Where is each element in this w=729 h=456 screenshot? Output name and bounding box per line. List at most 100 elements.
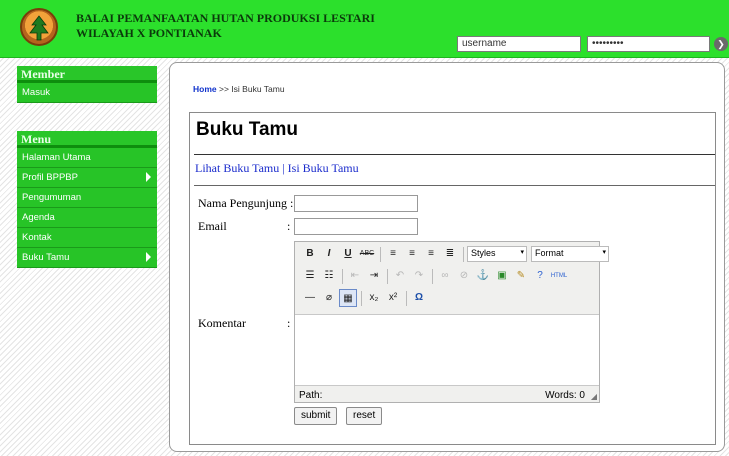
sidebar-item-pengumuman[interactable]: Pengumuman	[17, 188, 157, 208]
anchor-icon[interactable]: ⚓	[474, 267, 492, 285]
align-left-icon[interactable]: ≡	[384, 245, 402, 263]
numbered-list-icon[interactable]: ☷	[320, 267, 338, 285]
guestbook-panel: Buku Tamu Lihat Buku Tamu | Isi Buku Tam…	[189, 112, 716, 445]
menu-heading: Menu	[17, 131, 157, 148]
chevron-down-icon: ▾	[520, 249, 524, 256]
sidebar: Member Masuk Menu Halaman Utama Profil B…	[17, 66, 157, 268]
align-justify-icon[interactable]: ≣	[441, 245, 459, 263]
format-select[interactable]: Format ▾	[531, 246, 609, 262]
sidebar-item-label: Halaman Utama	[22, 152, 91, 163]
remove-format-icon[interactable]: ⌀	[320, 289, 338, 307]
styles-select[interactable]: Styles ▾	[467, 246, 527, 262]
submenu-arrow-icon	[146, 252, 151, 262]
page-title: Buku Tamu	[196, 119, 299, 140]
toolbar-separator	[361, 290, 362, 306]
toolbar-separator	[342, 268, 343, 284]
subscript-button[interactable]: x₂	[365, 289, 383, 307]
html-source-button[interactable]: HTML	[550, 267, 568, 285]
guestbook-tabs: Lihat Buku Tamu | Isi Buku Tamu	[195, 161, 359, 176]
editor-toolbar-row-3: — ⌀ ▦ x₂ x² Ω	[295, 288, 429, 308]
sidebar-item-halaman-utama[interactable]: Halaman Utama	[17, 148, 157, 168]
sidebar-item-label: Agenda	[22, 212, 55, 223]
tab-separator: |	[282, 161, 285, 175]
divider	[194, 185, 715, 186]
superscript-button[interactable]: x²	[384, 289, 402, 307]
unlink-icon[interactable]: ⊘	[455, 267, 473, 285]
breadcrumb-current: Isi Buku Tamu	[231, 84, 285, 94]
header: BALAI PEMANFAATAN HUTAN PRODUKSI LESTARI…	[0, 0, 729, 58]
rich-text-editor: B I U ABC ≡ ≡ ≡ ≣ Styles ▾ Format ▾ ☰ ☷ ⇤ …	[294, 241, 609, 403]
strikethrough-button[interactable]: ABC	[358, 245, 376, 263]
editor-toolbar-row-1: B I U ABC ≡ ≡ ≡ ≣ Styles ▾ Format ▾	[295, 244, 613, 264]
breadcrumb-separator: >>	[219, 84, 229, 94]
bullet-list-icon[interactable]: ☰	[301, 267, 319, 285]
format-select-label: Format	[535, 248, 564, 258]
colon: :	[287, 219, 291, 233]
undo-icon[interactable]: ↶	[391, 267, 409, 285]
bold-button[interactable]: B	[301, 245, 319, 263]
outdent-icon[interactable]: ⇤	[346, 267, 364, 285]
tab-isi-buku-tamu[interactable]: Isi Buku Tamu	[288, 161, 359, 175]
link-icon[interactable]: ∞	[436, 267, 454, 285]
username-input[interactable]: username	[457, 36, 581, 52]
sidebar-item-profil-bppbp[interactable]: Profil BPPBP	[17, 168, 157, 188]
toolbar-separator	[387, 268, 388, 284]
resize-handle-icon[interactable]: ◢	[591, 392, 597, 401]
submit-button[interactable]: submit	[294, 407, 338, 425]
agency-logo	[20, 8, 58, 46]
password-input[interactable]: •••••••••	[587, 36, 710, 52]
submenu-arrow-icon	[146, 172, 151, 182]
name-field[interactable]	[294, 195, 418, 212]
reset-button[interactable]: reset	[346, 407, 383, 425]
horizontal-rule-icon[interactable]: —	[301, 289, 319, 307]
main-content: Home >> Isi Buku Tamu Buku Tamu Lihat Bu…	[169, 62, 725, 452]
sidebar-item-buku-tamu[interactable]: Buku Tamu	[17, 248, 157, 268]
breadcrumb-home-link[interactable]: Home	[193, 84, 217, 94]
sidebar-item-label: Buku Tamu	[22, 252, 70, 263]
name-label: Nama Pengunjung :	[198, 196, 293, 211]
colon: :	[290, 196, 294, 210]
align-center-icon[interactable]: ≡	[403, 245, 421, 263]
editor-toolbar-row-2: ☰ ☷ ⇤ ⇥ ↶ ↷ ∞ ⊘ ⚓ ▣ ✎ ? HTML	[295, 266, 569, 286]
name-label-text: Nama Pengunjung	[198, 196, 287, 210]
tree-logo-icon	[29, 15, 49, 41]
sidebar-item-label: Kontak	[22, 232, 52, 243]
site-title: BALAI PEMANFAATAN HUTAN PRODUKSI LESTARI…	[76, 11, 375, 41]
help-icon[interactable]: ?	[531, 267, 549, 285]
toolbar-separator	[406, 290, 407, 306]
tab-lihat-buku-tamu[interactable]: Lihat Buku Tamu	[195, 161, 279, 175]
editor-word-count: Words: 0	[545, 390, 585, 401]
site-title-line1: BALAI PEMANFAATAN HUTAN PRODUKSI LESTARI	[76, 11, 375, 25]
image-icon[interactable]: ▣	[493, 267, 511, 285]
member-heading: Member	[17, 66, 157, 83]
toolbar-separator	[380, 246, 381, 262]
sidebar-item-masuk[interactable]: Masuk	[17, 83, 157, 103]
sidebar-item-label: Profil BPPBP	[22, 172, 78, 183]
redo-icon[interactable]: ↷	[410, 267, 428, 285]
indent-icon[interactable]: ⇥	[365, 267, 383, 285]
breadcrumb: Home >> Isi Buku Tamu	[193, 84, 285, 94]
visual-aid-icon[interactable]: ▦	[339, 289, 357, 307]
toolbar-separator	[432, 268, 433, 284]
italic-button[interactable]: I	[320, 245, 338, 263]
special-character-button[interactable]: Ω	[410, 289, 428, 307]
colon: :	[287, 316, 291, 330]
comment-label: Komentar	[198, 316, 246, 330]
sidebar-item-kontak[interactable]: Kontak	[17, 228, 157, 248]
site-title-line2: WILAYAH X PONTIANAK	[76, 26, 222, 40]
cleanup-icon[interactable]: ✎	[512, 267, 530, 285]
arrow-right-circle-icon: ❯	[717, 39, 725, 49]
sidebar-item-label: Pengumuman	[22, 192, 82, 203]
divider	[194, 154, 715, 155]
email-field[interactable]	[294, 218, 418, 235]
underline-button[interactable]: U	[339, 245, 357, 263]
toolbar-separator	[463, 246, 464, 262]
chevron-down-icon: ▾	[602, 249, 606, 256]
email-label: Email	[198, 219, 227, 233]
sidebar-item-label: Masuk	[22, 87, 50, 98]
sidebar-item-agenda[interactable]: Agenda	[17, 208, 157, 228]
comment-textarea[interactable]	[295, 314, 599, 386]
align-right-icon[interactable]: ≡	[422, 245, 440, 263]
login-go-button[interactable]: ❯	[714, 37, 728, 51]
